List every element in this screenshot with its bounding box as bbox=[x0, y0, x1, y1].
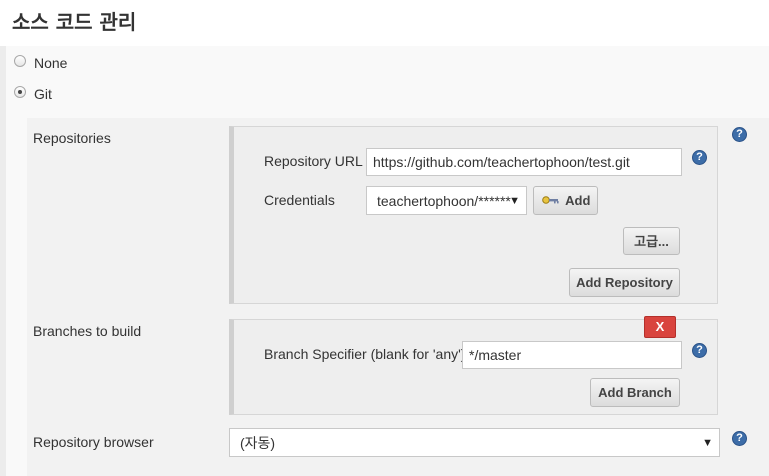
add-branch-button[interactable]: Add Branch bbox=[590, 378, 680, 407]
help-icon[interactable]: ? bbox=[732, 431, 747, 446]
add-repository-button[interactable]: Add Repository bbox=[569, 268, 680, 297]
add-credentials-label: Add bbox=[565, 193, 591, 208]
branch-specifier-input[interactable]: */master bbox=[462, 341, 682, 369]
add-credentials-button[interactable]: Add bbox=[533, 186, 598, 215]
branches-to-build-label: Branches to build bbox=[33, 323, 142, 339]
repository-url-input[interactable]: https://github.com/teachertophoon/test.g… bbox=[366, 148, 682, 176]
repository-browser-value: (자동) bbox=[240, 435, 276, 451]
scm-none-label[interactable]: None bbox=[34, 55, 67, 71]
repositories-label: Repositories bbox=[33, 130, 111, 146]
section-title: 소스 코드 관리 bbox=[12, 10, 137, 34]
chevron-down-icon: ▼ bbox=[702, 437, 713, 449]
scm-git-radio[interactable] bbox=[14, 86, 26, 98]
help-icon[interactable]: ? bbox=[692, 343, 707, 358]
repository-browser-label: Repository browser bbox=[33, 434, 154, 450]
credentials-value: teachertophoon/****** bbox=[377, 193, 511, 209]
chevron-down-icon: ▼ bbox=[509, 195, 520, 207]
remove-branch-button[interactable]: X bbox=[644, 316, 676, 338]
repository-browser-select[interactable]: (자동) ▼ bbox=[229, 428, 720, 457]
repository-url-label: Repository URL bbox=[264, 153, 363, 169]
scm-none-radio[interactable] bbox=[14, 55, 26, 67]
key-icon bbox=[542, 196, 559, 204]
help-icon[interactable]: ? bbox=[692, 150, 707, 165]
credentials-label: Credentials bbox=[264, 192, 335, 208]
advanced-button[interactable]: 고급... bbox=[623, 227, 680, 255]
help-icon[interactable]: ? bbox=[732, 127, 747, 142]
scm-git-label[interactable]: Git bbox=[34, 86, 52, 102]
credentials-select[interactable]: teachertophoon/****** ▼ bbox=[366, 186, 527, 215]
branch-specifier-label: Branch Specifier (blank for 'any') bbox=[264, 346, 466, 362]
